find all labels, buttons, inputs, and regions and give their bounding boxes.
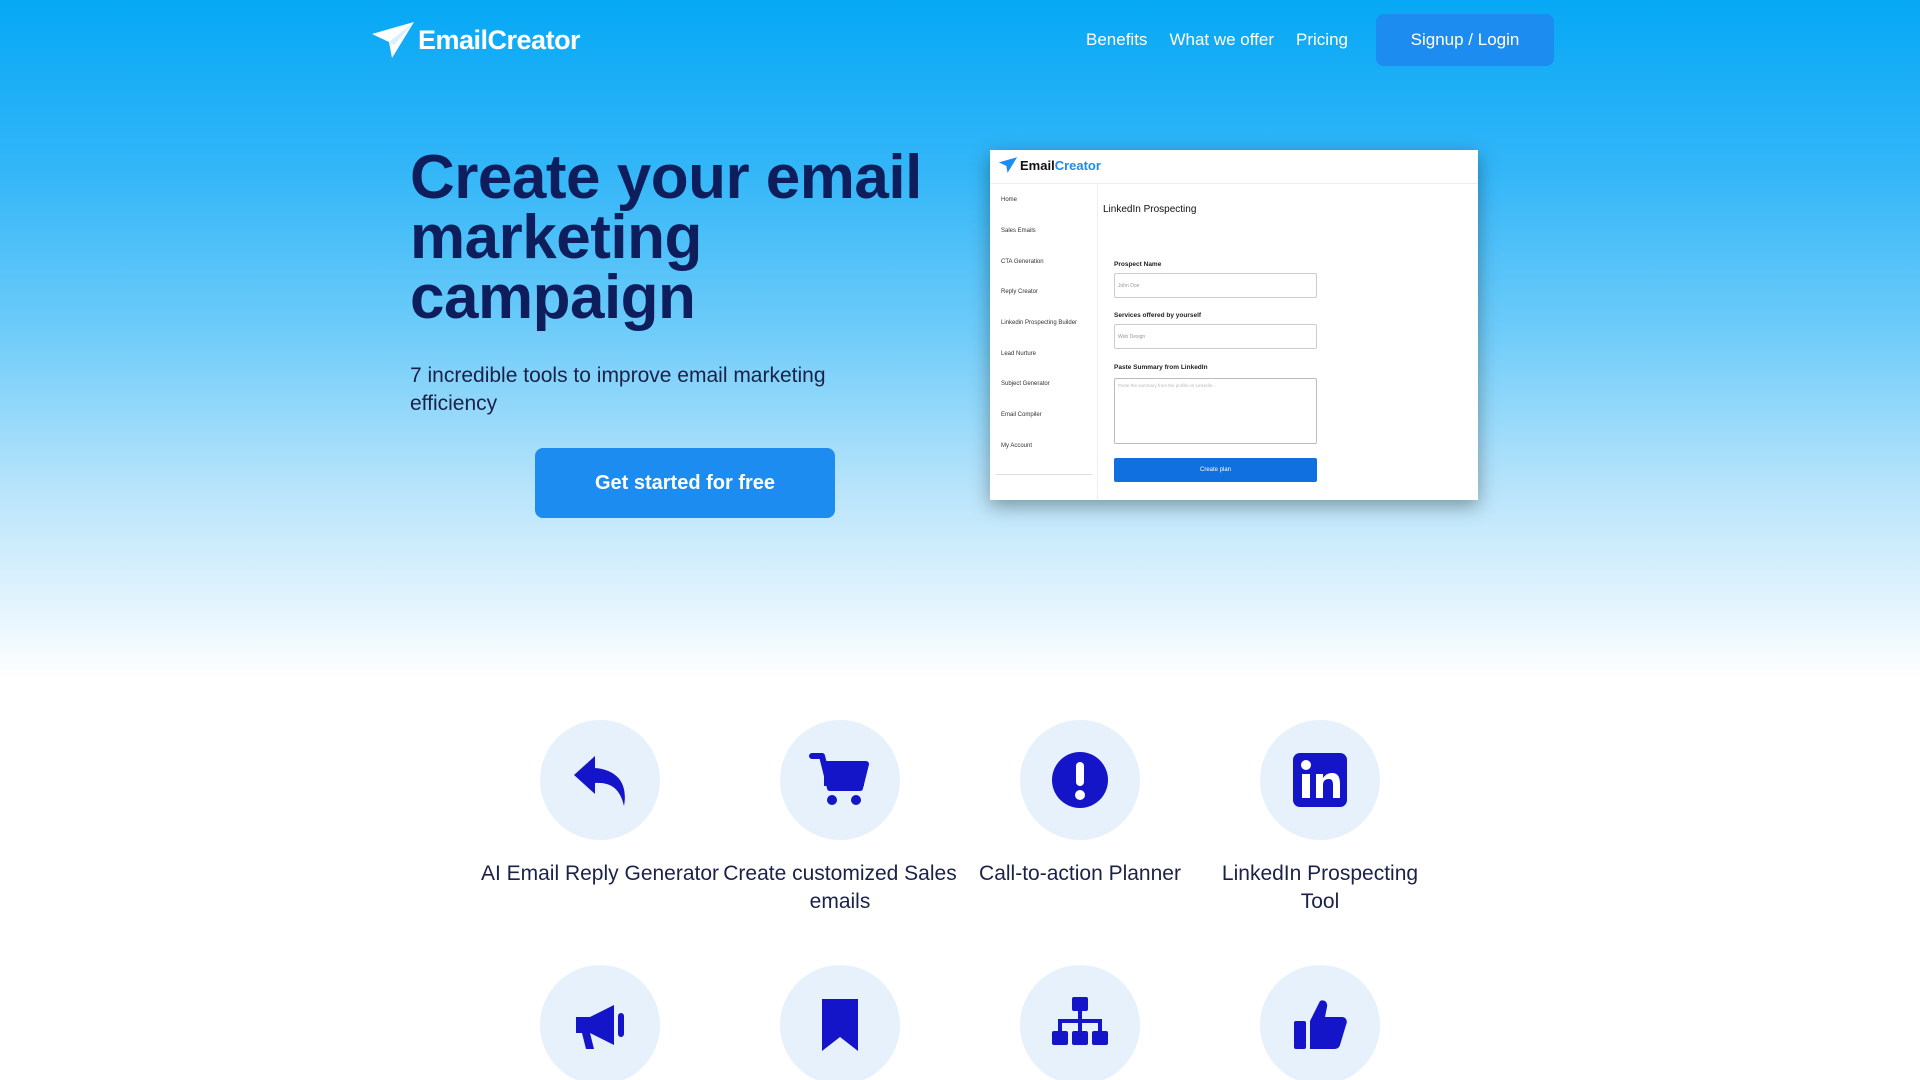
feature-reply-circle: [540, 720, 660, 840]
paper-plane-icon: [372, 22, 414, 58]
preview-input-prospect-name: John Doe: [1114, 273, 1317, 298]
feature-sitemap-circle: [1020, 965, 1140, 1080]
brand-name: EmailCreator: [418, 24, 581, 55]
hero-title: Create your email marketing campaign: [410, 143, 922, 332]
reply-icon: [574, 756, 625, 806]
feature-label-sales-emails: Create customized Sales emails: [723, 862, 957, 913]
cart-icon: [809, 753, 869, 805]
megaphone-icon: [576, 1005, 624, 1049]
preview-sidebar-item: Email Compiler: [1001, 412, 1042, 418]
app-preview-screenshot: Email Creator Home Sales Emails CTA Gene…: [990, 150, 1478, 500]
preview-divider: [996, 474, 1092, 475]
preview-sidebar: Home Sales Emails CTA Generation Reply C…: [990, 184, 1098, 500]
preview-logo: Email Creator: [998, 156, 1101, 174]
feature-thumbs-up-circle: [1260, 965, 1380, 1080]
nav-link-pricing[interactable]: Pricing: [1296, 30, 1348, 50]
get-started-button[interactable]: Get started for free: [535, 448, 835, 518]
preview-main: LinkedIn Prospecting Prospect Name John …: [1098, 184, 1478, 500]
preview-sidebar-item: CTA Generation: [1001, 259, 1044, 265]
feature-cta-circle: [1020, 720, 1140, 840]
preview-sidebar-item: My Account: [1001, 443, 1033, 449]
preview-sidebar-item: Lead Nurture: [1001, 351, 1037, 357]
feature-label-reply: AI Email Reply Generator: [480, 862, 720, 885]
feature-bookmark-circle: [780, 965, 900, 1080]
preview-logo-email: Email: [1020, 157, 1055, 173]
preview-sidebar-item: Reply Creator: [1001, 289, 1039, 295]
hero-background: [0, 0, 1920, 680]
bookmark-icon: [822, 999, 858, 1051]
linkedin-icon: [1293, 753, 1347, 807]
preview-textarea-summary: Paste the summary from the profile on Li…: [1114, 378, 1317, 444]
preview-sidebar-item: Home: [1001, 197, 1018, 203]
feature-linkedin-circle: [1260, 720, 1380, 840]
preview-sidebar-item: Subject Generator: [1001, 381, 1050, 387]
preview-header: Email Creator: [990, 150, 1478, 184]
preview-page-title: LinkedIn Prospecting: [1103, 204, 1197, 215]
preview-label-prospect-name: Prospect Name: [1114, 261, 1162, 268]
nav-link-what-we-offer[interactable]: What we offer: [1169, 30, 1274, 50]
sitemap-icon: [1052, 997, 1108, 1045]
paper-plane-icon: [998, 157, 1018, 173]
preview-input-services: Web Design: [1114, 324, 1317, 349]
preview-label-services: Services offered by yourself: [1114, 312, 1202, 319]
feature-cart-circle: [780, 720, 900, 840]
preview-create-plan-button: Create plan: [1114, 458, 1317, 482]
preview-sidebar-item: Linkedin Prospecting Builder: [1001, 320, 1078, 326]
brand-logo[interactable]: EmailCreator: [370, 20, 581, 60]
thumbs-up-icon: [1294, 1000, 1347, 1049]
preview-logo-creator: Creator: [1054, 157, 1101, 173]
preview-label-summary: Paste Summary from LinkedIn: [1114, 364, 1208, 371]
feature-label-linkedin: LinkedIn Prospecting Tool: [1221, 862, 1419, 913]
hero-subtitle: 7 incredible tools to improve email mark…: [410, 364, 826, 415]
top-navigation: EmailCreator Benefits What we offer Pric…: [0, 0, 1920, 80]
feature-megaphone-circle: [540, 965, 660, 1080]
nav-link-benefits[interactable]: Benefits: [1086, 30, 1147, 50]
feature-label-cta-planner: Call-to-action Planner: [979, 862, 1181, 885]
signup-login-button[interactable]: Signup / Login: [1376, 14, 1554, 66]
exclamation-icon: [1052, 752, 1108, 808]
preview-sidebar-item: Sales Emails: [1001, 228, 1036, 234]
